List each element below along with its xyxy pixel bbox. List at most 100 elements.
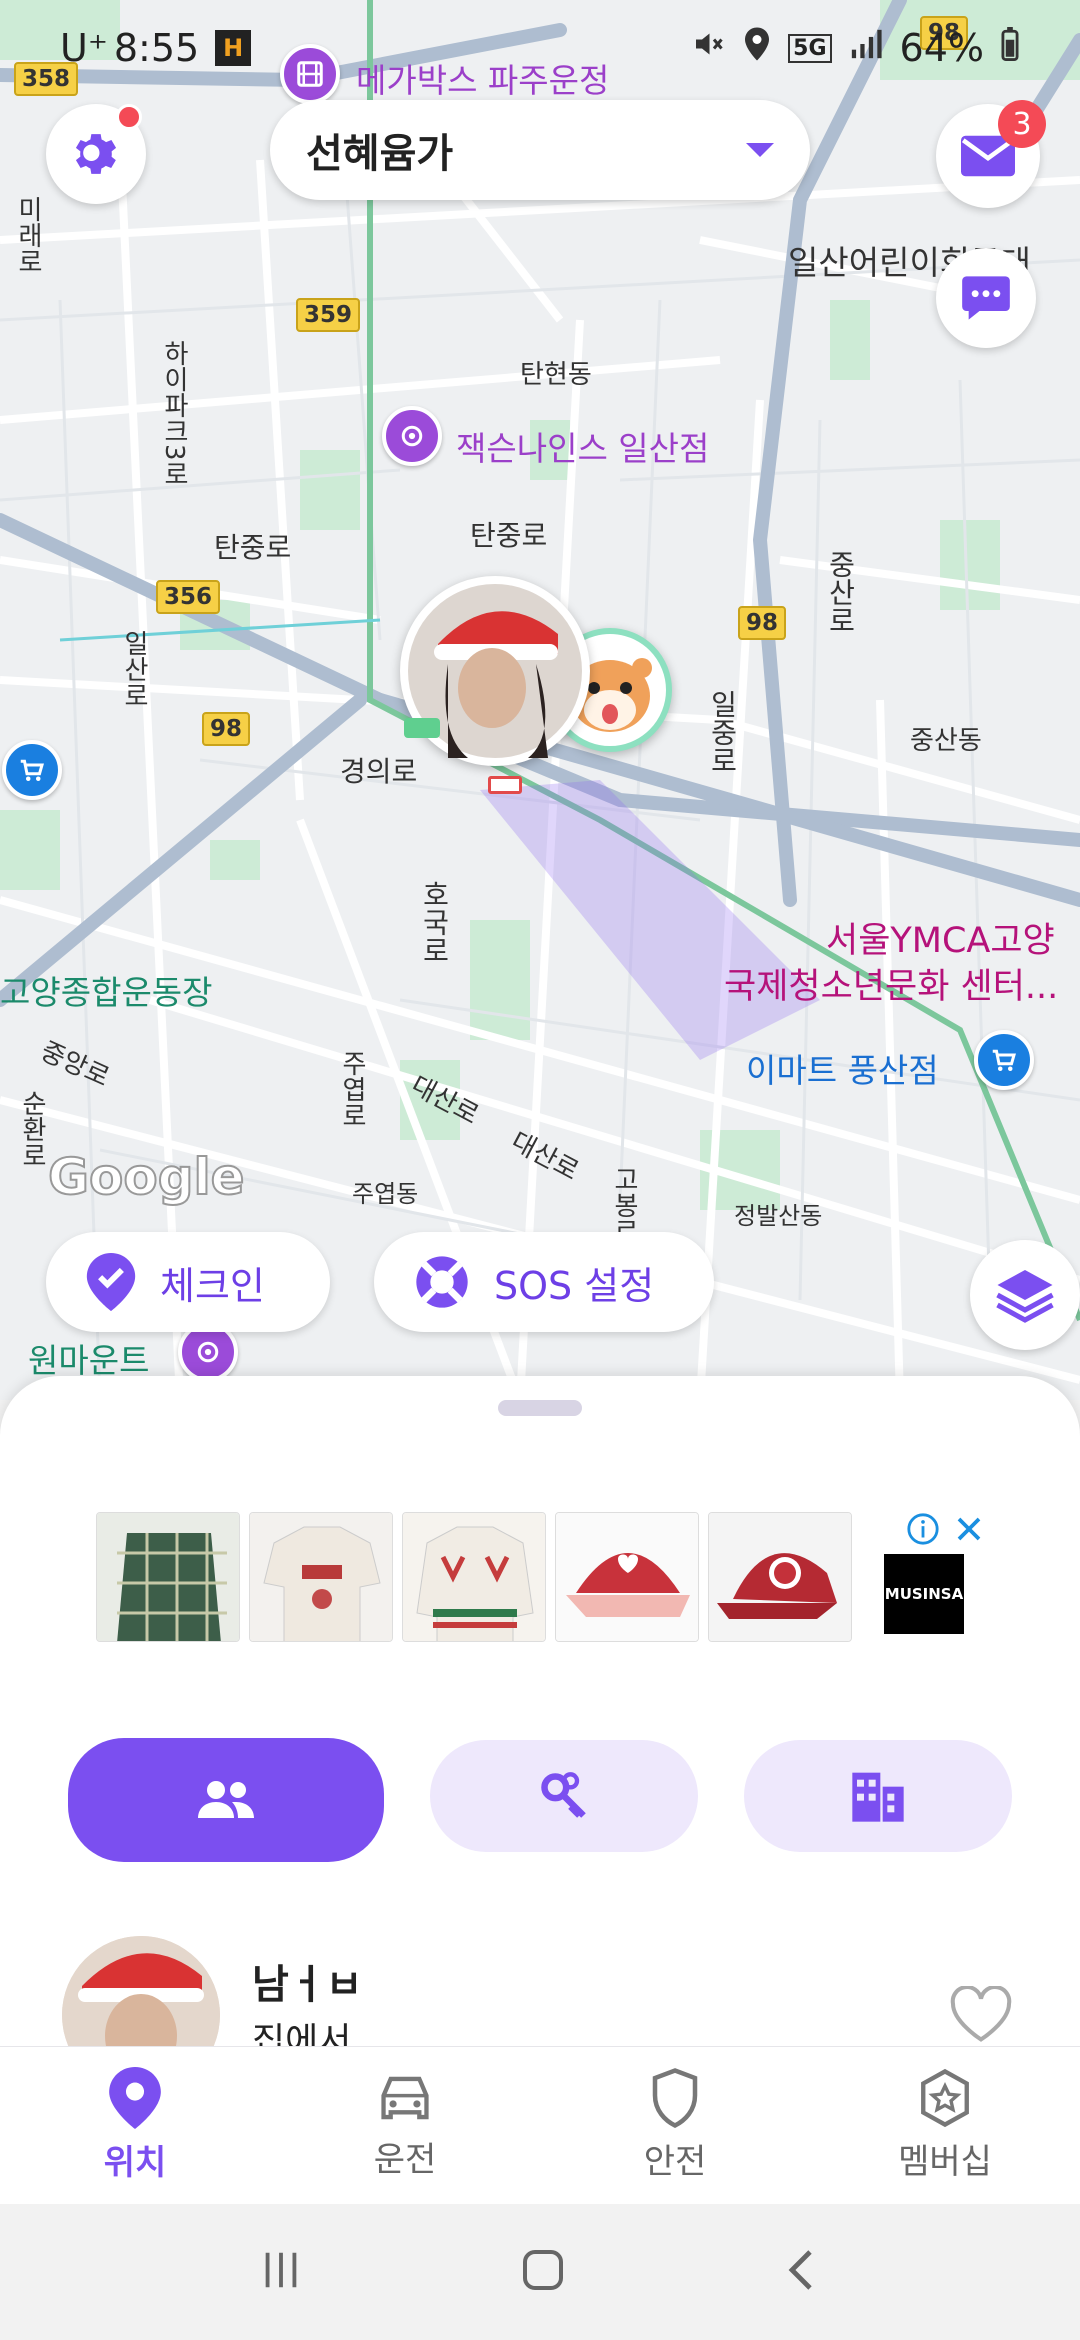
map-label-juyeop-dong: 주엽동	[352, 1180, 419, 1208]
route-shield-98b: 98	[738, 606, 787, 640]
map-label-mirae: 미래로	[13, 196, 43, 274]
map-label-iljung: 일중로	[706, 690, 739, 774]
map-label-ilsan-ro: 일산로	[119, 630, 149, 708]
route-shield-359: 359	[296, 298, 361, 332]
map-label-ymca-2: 국제청소년문화 센터...	[724, 967, 1059, 1007]
chat-button[interactable]	[936, 248, 1036, 348]
checkin-pin-icon	[86, 1253, 136, 1311]
member-list-item[interactable]: 남ㅓㅂ 집에서	[0, 1936, 1080, 2046]
map-label-jungsan-dong: 중산동	[910, 726, 982, 756]
ad-brand-logo[interactable]: MUSINSA	[884, 1554, 964, 1634]
map-label-tanjung-1: 탄중로	[214, 531, 292, 564]
chevron-down-icon	[746, 143, 774, 157]
ad-product-thumbnail[interactable]	[402, 1512, 546, 1642]
info-icon[interactable]	[906, 1512, 940, 1550]
sheet-drag-handle[interactable]	[498, 1400, 582, 1416]
nav-membership[interactable]: 멤버십	[810, 2047, 1080, 2204]
map-view[interactable]: 358 359 356 98 98 98 메가박스 파주운정 잭슨나인스 일산점…	[0, 0, 1080, 1400]
charging-indicator-icon	[404, 718, 440, 738]
lifebuoy-icon	[416, 1256, 468, 1308]
app-notification-icon: H	[215, 30, 252, 66]
location-pin-icon	[109, 2067, 161, 2129]
checkin-label: 체크인	[160, 1263, 265, 1308]
poi-store-icon[interactable]	[382, 406, 442, 466]
shield-icon	[652, 2068, 698, 2128]
ad-product-thumbnail[interactable]	[96, 1512, 240, 1642]
avatar	[62, 1936, 220, 2046]
back-icon[interactable]	[782, 2246, 822, 2298]
bottom-navigation: 위치 운전 안전 멤버십	[0, 2046, 1080, 2204]
mute-icon	[690, 26, 726, 71]
home-icon[interactable]	[519, 2246, 567, 2298]
map-label-hoguk: 호국로	[418, 880, 451, 964]
nav-location[interactable]: 위치	[0, 2047, 270, 2204]
location-status-icon	[742, 26, 772, 71]
route-shield-356: 356	[156, 580, 221, 614]
member-location-status: 집에서	[252, 2021, 352, 2046]
keys-icon	[541, 1772, 586, 1818]
map-label-haipa: 하이파크3로	[159, 340, 189, 487]
ad-product-thumbnail[interactable]	[708, 1512, 852, 1642]
recent-apps-icon[interactable]	[258, 2248, 304, 2296]
poi-shopping-icon[interactable]	[2, 740, 62, 800]
status-time: 8:55	[113, 26, 200, 70]
nav-drive[interactable]: 운전	[270, 2047, 540, 2204]
map-label-ymca-1: 서울YMCA고양	[826, 921, 1055, 961]
ad-controls	[906, 1512, 984, 1550]
nav-safety-label: 안전	[643, 2142, 707, 2182]
status-bar: U⁺ 8:55 H 5G 64%	[0, 0, 1080, 96]
signal-icon	[848, 26, 884, 70]
battery-icon	[1000, 26, 1020, 70]
group-name: 선혜윰가	[306, 131, 454, 177]
network-type-badge: 5G	[788, 33, 832, 63]
ad-product-thumbnail[interactable]	[555, 1512, 699, 1642]
map-label-gyeongui: 경의로	[340, 755, 418, 788]
gear-icon	[75, 134, 117, 174]
nav-location-label: 위치	[103, 2143, 167, 2183]
tab-people[interactable]	[68, 1738, 384, 1862]
map-label-sunhwan: 순환로	[17, 1090, 47, 1168]
checkin-button[interactable]: 체크인	[46, 1232, 330, 1332]
people-icon	[198, 1781, 254, 1818]
system-navigation-bar	[0, 2204, 1080, 2340]
layers-icon	[996, 1270, 1054, 1323]
bottom-sheet[interactable]: MUSINSA 남ㅓㅂ 집에서	[0, 1376, 1080, 2046]
carrier-label: U⁺	[60, 26, 108, 70]
battery-percent: 64%	[899, 26, 984, 70]
inbox-button[interactable]: 3	[936, 100, 1046, 208]
map-label-tanjung-2: 탄중로	[470, 519, 548, 552]
sos-settings-button[interactable]: SOS 설정	[374, 1232, 714, 1332]
tab-places[interactable]	[744, 1740, 1012, 1852]
settings-notification-dot	[116, 104, 142, 130]
map-label-onemount: 원마운트	[28, 1341, 150, 1380]
map-label-jeongbalsan: 정발산동	[734, 1202, 823, 1230]
close-icon[interactable]	[954, 1514, 984, 1548]
poi-emart-icon[interactable]	[974, 1030, 1034, 1090]
map-label-tanhyeon: 탄현동	[520, 360, 592, 390]
inbox-count-badge: 3	[998, 100, 1046, 148]
map-layers-button[interactable]	[970, 1240, 1080, 1350]
map-label-emart: 이마트 풍산점	[746, 1051, 939, 1090]
heart-icon[interactable]	[950, 1985, 1012, 2046]
google-logo: Google	[47, 1147, 246, 1207]
map-label-stadium: 고양종합운동장	[0, 973, 213, 1012]
map-label-jackson: 잭슨나인스 일산점	[456, 429, 710, 468]
low-battery-icon	[488, 776, 522, 794]
nav-drive-label: 운전	[373, 2140, 437, 2180]
map-label-jungsan-ro: 중산로	[824, 550, 857, 634]
group-selector[interactable]: 선혜윰가	[270, 100, 810, 200]
sos-label: SOS 설정	[494, 1263, 655, 1308]
star-badge-icon	[921, 2068, 969, 2128]
route-shield-98a: 98	[202, 712, 251, 746]
car-icon	[381, 2076, 429, 2120]
member-name: 남ㅓㅂ	[252, 1962, 363, 2008]
building-icon	[852, 1772, 904, 1822]
chat-bubble-icon	[962, 276, 1010, 320]
ad-product-thumbnail[interactable]	[249, 1512, 393, 1642]
tab-keys[interactable]	[430, 1740, 698, 1852]
ad-banner[interactable]: MUSINSA	[96, 1512, 981, 1646]
settings-button[interactable]	[46, 104, 146, 204]
nav-safety[interactable]: 안전	[540, 2047, 810, 2204]
nav-membership-label: 멤버십	[898, 2142, 992, 2182]
map-label-juyeop-ro: 주엽로	[337, 1050, 367, 1128]
